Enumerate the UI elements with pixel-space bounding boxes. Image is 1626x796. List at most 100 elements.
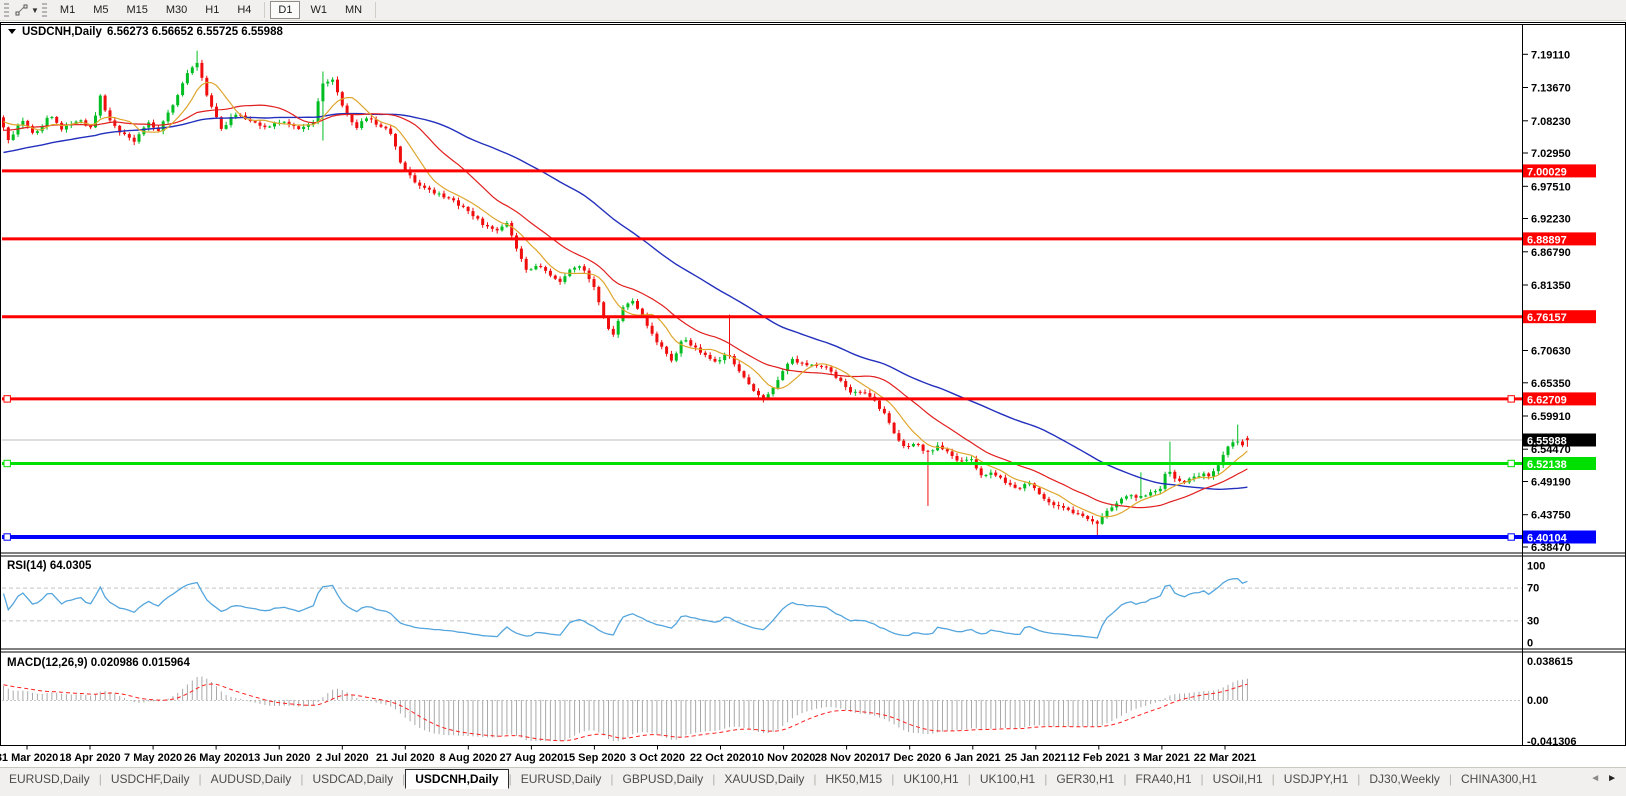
line-drag-handle[interactable]	[1508, 534, 1514, 540]
time-axis[interactable]: 31 Mar 202018 Apr 20207 May 202026 May 2…	[0, 746, 1256, 765]
date-tick-label: 6 Jan 2021	[945, 752, 1001, 764]
chart-title-collapse-icon[interactable]	[8, 29, 16, 34]
line-drag-handle[interactable]	[4, 396, 10, 402]
candle	[457, 198, 460, 210]
candle	[539, 264, 542, 269]
date-tick-label: 10 Nov 2020	[752, 752, 816, 764]
candle	[772, 387, 775, 397]
tab-scroll-left-icon[interactable]: ◄	[1590, 773, 1600, 784]
candle	[60, 121, 63, 132]
candle	[844, 379, 847, 391]
date-tick-label: 21 Jul 2020	[376, 752, 435, 764]
date-tick-label: 22 Mar 2021	[1194, 752, 1256, 764]
date-tick-label: 12 Feb 2021	[1068, 752, 1130, 764]
price-tick-label: 6.49190	[1531, 477, 1571, 489]
candle	[559, 276, 562, 285]
chart-tab-fra40-h1[interactable]: FRA40,H1	[1126, 770, 1200, 788]
chart-tab-usdcnh-daily[interactable]: USDCNH,Daily	[405, 769, 508, 789]
candle	[118, 125, 121, 136]
chart-tab-eurusd-daily[interactable]: EURUSD,Daily	[0, 770, 99, 788]
chart-tab-bar: EURUSD,Daily|USDCHF,Daily|AUDUSD,Daily|U…	[0, 767, 1626, 789]
svg-text:7.00029: 7.00029	[1527, 166, 1567, 178]
candle	[1222, 452, 1225, 469]
chart-tab-uk100-h1[interactable]: UK100,H1	[971, 770, 1044, 788]
timeframe-button-h4[interactable]: H4	[229, 1, 259, 19]
chart-tab-ger30-h1[interactable]: GER30,H1	[1047, 770, 1123, 788]
candle	[781, 370, 784, 381]
candle	[757, 388, 760, 398]
chart-tab-china300-h1[interactable]: CHINA300,H1	[1452, 770, 1546, 788]
status-strip	[0, 789, 1626, 796]
timeframe-button-mn[interactable]: MN	[337, 1, 370, 19]
candle	[931, 449, 934, 454]
candle	[994, 470, 997, 477]
candle	[1038, 487, 1041, 495]
chart-tab-usdcad-daily[interactable]: USDCAD,Daily	[303, 770, 402, 788]
candle	[50, 116, 53, 119]
chart-title-quotes: 6.56273 6.56652 6.55725 6.55988	[107, 26, 283, 38]
price-chart-canvas[interactable]: 7.191107.136707.082307.029506.975106.922…	[0, 21, 1626, 767]
candle	[181, 82, 184, 97]
candle	[36, 130, 39, 135]
chart-tab-usdchf-daily[interactable]: USDCHF,Daily	[102, 770, 199, 788]
candle	[593, 276, 596, 290]
candle	[1241, 439, 1244, 447]
date-tick-label: 13 Jun 2020	[248, 752, 310, 764]
candle	[626, 302, 629, 310]
chart-tab-dj30-weekly[interactable]: DJ30,Weekly	[1360, 770, 1448, 788]
timeframe-button-w1[interactable]: W1	[302, 1, 335, 19]
chart-tab-uk100-h1[interactable]: UK100,H1	[894, 770, 967, 788]
candle	[12, 131, 15, 141]
price-axis[interactable]: 7.191107.136707.082307.029506.975106.922…	[1522, 49, 1596, 748]
candle	[462, 204, 465, 209]
svg-text:6.40104: 6.40104	[1527, 533, 1568, 545]
candle	[588, 268, 591, 282]
candle	[292, 123, 295, 130]
candle	[1062, 503, 1065, 510]
chart-tab-usdjpy-h1[interactable]: USDJPY,H1	[1275, 770, 1357, 788]
candle	[1202, 472, 1205, 480]
candle	[215, 103, 218, 119]
timeframe-button-m1[interactable]: M1	[52, 1, 83, 19]
candle	[728, 315, 731, 359]
date-tick-label: 15 Sep 2020	[563, 752, 626, 764]
candle	[351, 114, 354, 125]
candle	[355, 120, 358, 130]
chart-tab-usoil-h1[interactable]: USOil,H1	[1204, 770, 1272, 788]
price-tick-label: 6.92230	[1531, 214, 1571, 226]
candle	[65, 122, 68, 132]
candle	[1154, 489, 1157, 494]
price-tick-label: 6.43750	[1531, 510, 1571, 522]
timeframe-button-m30[interactable]: M30	[158, 1, 195, 19]
chart-tab-audusd-daily[interactable]: AUDUSD,Daily	[202, 770, 301, 788]
candle	[597, 286, 600, 306]
candle	[563, 273, 566, 285]
candle	[268, 126, 271, 129]
chart-tab-hk50-m15[interactable]: HK50,M15	[817, 770, 892, 788]
toolbar-grip-icon[interactable]	[4, 3, 9, 17]
line-drag-handle[interactable]	[4, 460, 10, 466]
candle	[1168, 442, 1171, 477]
chart-tools-icon[interactable]: ▼	[13, 2, 41, 19]
candle	[200, 60, 203, 81]
toolbar-grip-icon[interactable]	[42, 3, 47, 17]
candle	[133, 135, 136, 145]
chart-tab-gbpusd-daily[interactable]: GBPUSD,Daily	[614, 770, 713, 788]
timeframe-button-d1[interactable]: D1	[270, 1, 300, 19]
timeframe-button-h1[interactable]: H1	[197, 1, 227, 19]
date-tick-label: 2 Jul 2020	[316, 752, 369, 764]
toolbar-separator	[264, 2, 265, 18]
timeframe-button-m15[interactable]: M15	[118, 1, 155, 19]
line-drag-handle[interactable]	[1508, 396, 1514, 402]
tab-scroll-right-icon[interactable]: ►	[1607, 773, 1617, 784]
chart-tab-xauusd-daily[interactable]: XAUUSD,Daily	[715, 770, 813, 788]
candle	[1096, 520, 1099, 536]
chart-tab-eurusd-daily[interactable]: EURUSD,Daily	[512, 770, 611, 788]
line-drag-handle[interactable]	[1508, 460, 1514, 466]
ma-mid-line	[4, 105, 1248, 508]
candle	[883, 406, 886, 414]
line-drag-handle[interactable]	[4, 534, 10, 540]
candle	[196, 51, 199, 71]
timeframe-button-m5[interactable]: M5	[85, 1, 116, 19]
date-tick-label: 27 Aug 2020	[500, 752, 564, 764]
